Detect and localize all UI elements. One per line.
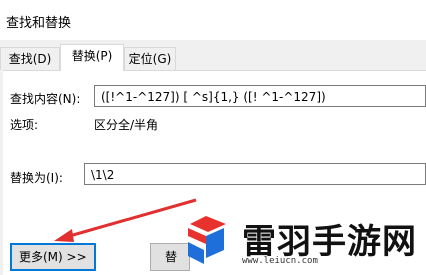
replace-input[interactable]: \1\2 [84, 163, 426, 185]
more-button[interactable]: 更多(M) >> [10, 243, 96, 271]
options-value: 区分全/半角 [94, 118, 159, 132]
tab-replace[interactable]: 替换(P) [60, 44, 124, 71]
watermark-logo: 雷羽手游网 www.leiucn.com [176, 206, 426, 274]
tab-find-key: (D) [32, 52, 52, 66]
title-bar: 查找和替换 [0, 0, 426, 40]
tab-strip: 查找(D) 替换(P) 定位(G) [0, 44, 426, 71]
brand-url: www.leiucn.com [242, 256, 318, 266]
tab-find-label: 查找 [8, 52, 33, 66]
window-title: 查找和替换 [6, 16, 72, 31]
options-label: 选项: [10, 118, 39, 132]
tab-goto-key: (G) [152, 52, 172, 66]
find-input[interactable]: ([!^1-^127]) [ ^s]{1,} ([! ^1-^127]) [94, 85, 426, 107]
tab-goto[interactable]: 定位(G) [124, 47, 176, 70]
replace-label: 替换为(I): [10, 171, 63, 185]
tab-replace-label: 替换 [71, 49, 96, 63]
tab-goto-label: 定位 [128, 52, 153, 66]
find-label: 查找内容(N): [10, 92, 81, 106]
brand-logo-icon [188, 216, 226, 264]
tab-replace-key: (P) [95, 49, 113, 63]
more-button-label: 更多(M) >> [19, 250, 87, 264]
tab-find[interactable]: 查找(D) [0, 47, 60, 70]
